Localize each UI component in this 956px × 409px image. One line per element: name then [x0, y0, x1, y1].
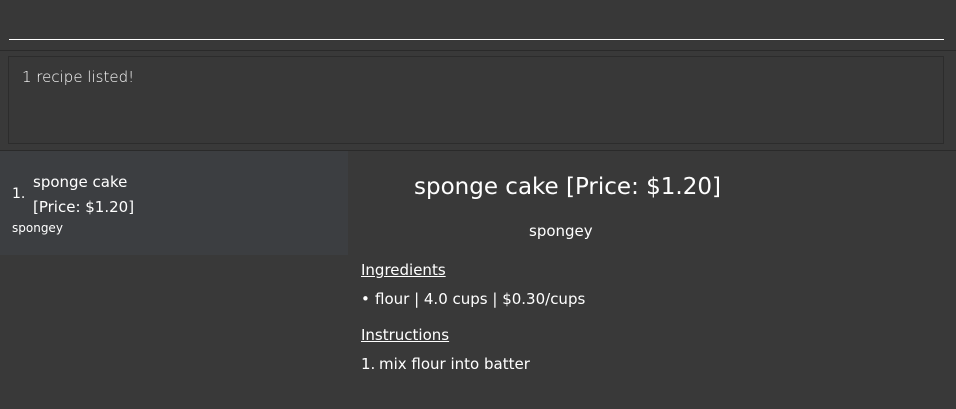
result-display: 1 recipe listed!	[8, 56, 944, 144]
recipe-index: 1.	[12, 186, 26, 202]
recipe-detail-description: spongey	[529, 222, 593, 240]
ingredient-item: • flour | 4.0 cups | $0.30/cups	[361, 290, 585, 308]
recipe-detail-title: sponge cake [Price: $1.20]	[414, 174, 721, 200]
instruction-item: 1. mix flour into batter	[361, 355, 530, 373]
ingredient-text: flour | 4.0 cups | $0.30/cups	[375, 290, 586, 308]
recipe-list-item[interactable]: 1. sponge cake [Price: $1.20] spongey	[0, 151, 348, 255]
ingredients-heading: Ingredients	[361, 261, 446, 279]
recipe-price: [Price: $1.20]	[33, 198, 135, 216]
instructions-heading: Instructions	[361, 326, 450, 344]
result-message: 1 recipe listed!	[22, 68, 135, 86]
command-box	[0, 0, 956, 51]
bullet-marker: •	[361, 290, 370, 308]
instruction-text: mix flour into batter	[379, 355, 530, 373]
recipe-name: sponge cake	[33, 173, 128, 191]
recipe-detail-panel: sponge cake [Price: $1.20] spongey Ingre…	[348, 151, 956, 409]
recipe-list-panel: 1. sponge cake [Price: $1.20] spongey	[0, 151, 348, 409]
command-input[interactable]	[9, 10, 944, 40]
recipe-tag: spongey	[12, 221, 63, 235]
instruction-number: 1.	[361, 355, 376, 373]
